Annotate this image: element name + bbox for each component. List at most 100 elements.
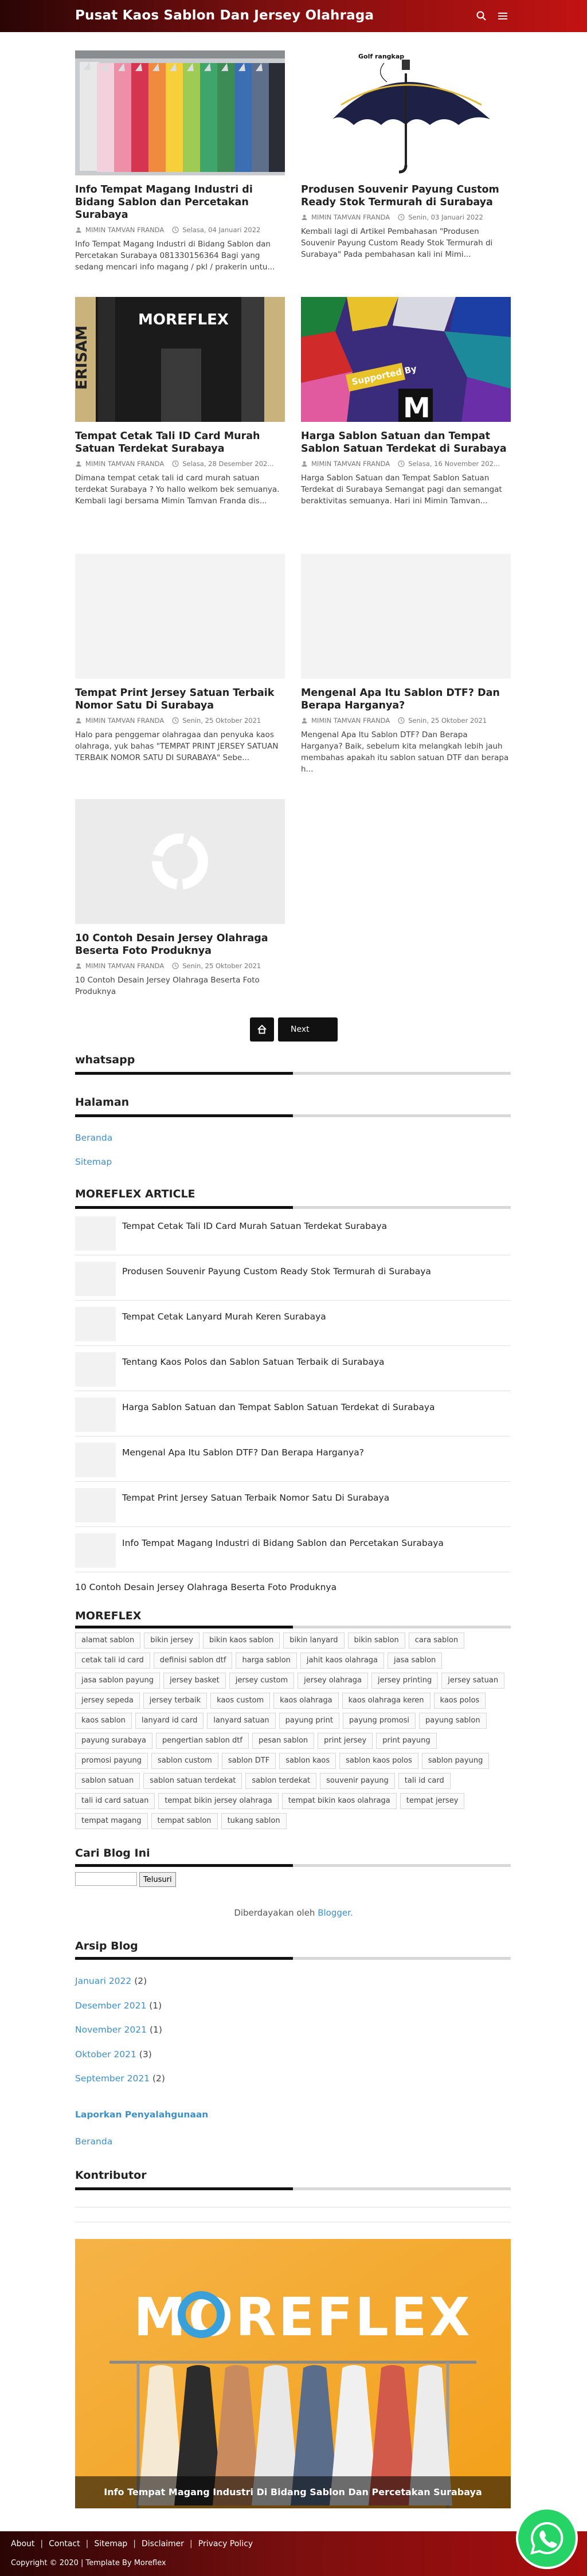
post-author[interactable]: MIMIN TAMVAN FRANDA [85,717,164,725]
label-tag[interactable]: jasa sablon payung [75,1673,161,1689]
search-button[interactable]: Telusuri [139,1872,176,1887]
label-tag[interactable]: jersey custom [229,1673,295,1689]
label-tag[interactable]: sablon satuan terdekat [143,1773,242,1789]
menu-icon[interactable] [495,8,511,24]
article-item[interactable]: Produsen Souvenir Payung Custom Ready St… [75,1262,511,1301]
label-tag[interactable]: jersey satuan [441,1673,505,1689]
post-title[interactable]: Harga Sablon Satuan dan Tempat Sablon Sa… [301,430,511,455]
label-tag[interactable]: payung surabaya [75,1733,152,1749]
post-thumbnail[interactable]: Supported By M [301,297,511,422]
article-thumbnail[interactable] [75,1352,116,1387]
label-tag[interactable]: print jersey [318,1733,373,1749]
label-tag[interactable]: kaos custom [210,1693,271,1709]
label-tag[interactable]: tukang sablon [221,1813,287,1829]
post-thumbnail[interactable]: Golf rangkap [301,50,511,175]
label-tag[interactable]: sablon custom [151,1753,218,1769]
page-link-beranda[interactable]: Beranda [75,1133,112,1143]
label-tag[interactable]: bikin lanyard [283,1632,345,1649]
label-tag[interactable]: lanyard id card [135,1713,204,1729]
article-title[interactable]: Info Tempat Magang Industri di Bidang Sa… [122,1538,444,1548]
article-item[interactable]: Tempat Print Jersey Satuan Terbaik Nomor… [75,1488,511,1527]
footer-link-sitemap[interactable]: Sitemap [94,2539,127,2548]
post-title[interactable]: Mengenal Apa Itu Sablon DTF? Dan Berapa … [301,687,511,712]
article-thumbnail[interactable] [75,1397,116,1432]
label-tag[interactable]: kaos olahraga [273,1693,339,1709]
label-tag[interactable]: sablon payung [421,1753,490,1769]
label-tag[interactable]: alamat sablon [75,1632,141,1649]
label-tag[interactable]: jersey terbaik [143,1693,208,1709]
article-title[interactable]: Tempat Cetak Tali ID Card Murah Satuan T… [122,1221,387,1231]
archive-link[interactable]: Oktober 2021 [75,2049,136,2060]
post-title[interactable]: Tempat Cetak Tali ID Card Murah Satuan T… [75,430,285,455]
label-tag[interactable]: print payung [376,1733,437,1749]
label-tag[interactable]: souvenir payung [320,1773,395,1789]
article-title[interactable]: Tempat Print Jersey Satuan Terbaik Nomor… [122,1493,389,1503]
label-tag[interactable]: bikin sablon [347,1632,405,1649]
label-tag[interactable]: tali id card [398,1773,451,1789]
post-author[interactable]: MIMIN TAMVAN FRANDA [311,460,390,468]
label-tag[interactable]: tempat magang [75,1813,148,1829]
label-tag[interactable]: kaos sablon [75,1713,132,1729]
label-tag[interactable]: tempat jersey [400,1793,465,1809]
label-tag[interactable]: pengertian sablon dtf [155,1733,249,1749]
label-tag[interactable]: pesan sablon [252,1733,315,1749]
archive-link[interactable]: Desember 2021 [75,2000,146,2011]
next-page-button[interactable]: Next [278,1017,338,1042]
featured-post-banner[interactable]: MOREFLEX Info Tempat Magang Industri Di … [75,2239,511,2508]
label-tag[interactable]: jahit kaos olahraga [300,1653,385,1669]
label-tag[interactable]: sablon kaos polos [339,1753,418,1769]
search-icon[interactable] [473,8,490,24]
label-tag[interactable]: tempat bikin kaos olahraga [281,1793,397,1809]
label-tag[interactable]: jersey printing [371,1673,439,1689]
blogger-link[interactable]: Blogger. [318,1908,353,1918]
label-tag[interactable]: bikin jersey [144,1632,199,1649]
post-thumbnail[interactable] [301,554,511,679]
article-title[interactable]: 10 Contoh Desain Jersey Olahraga Beserta… [75,1582,336,1592]
article-thumbnail[interactable] [75,1307,116,1341]
post-thumbnail[interactable] [75,50,285,175]
home-link[interactable]: Beranda [75,2136,112,2147]
article-thumbnail[interactable] [75,1488,116,1522]
article-title[interactable]: Tempat Cetak Lanyard Murah Keren Surabay… [122,1312,326,1322]
article-thumbnail[interactable] [75,1216,116,1251]
label-tag[interactable]: sablon kaos [279,1753,336,1769]
whatsapp-chat-button[interactable] [518,2510,576,2567]
label-tag[interactable]: jasa sablon [388,1653,443,1669]
archive-link[interactable]: September 2021 [75,2073,150,2084]
label-tag[interactable]: kaos olahraga keren [342,1693,431,1709]
label-tag[interactable]: sablon terdekat [245,1773,317,1789]
label-tag[interactable]: sablon DTF [221,1753,276,1769]
label-tag[interactable]: lanyard satuan [207,1713,276,1729]
article-item[interactable]: Mengenal Apa Itu Sablon DTF? Dan Berapa … [75,1443,511,1482]
label-tag[interactable]: sablon satuan [75,1773,140,1789]
featured-post-caption[interactable]: Info Tempat Magang Industri Di Bidang Sa… [75,2476,511,2508]
label-tag[interactable]: jersey olahraga [298,1673,369,1689]
label-tag[interactable]: definisi sablon dtf [153,1653,233,1669]
label-tag[interactable]: payung promosi [342,1713,416,1729]
label-tag[interactable]: harga sablon [236,1653,297,1669]
article-thumbnail[interactable] [75,1443,116,1477]
article-item[interactable]: Info Tempat Magang Industri di Bidang Sa… [75,1533,511,1572]
article-title[interactable]: Produsen Souvenir Payung Custom Ready St… [122,1266,431,1277]
post-title[interactable]: 10 Contoh Desain Jersey Olahraga Beserta… [75,932,285,957]
post-thumbnail[interactable] [75,799,285,924]
article-item[interactable]: Tentang Kaos Polos dan Sablon Satuan Ter… [75,1352,511,1391]
post-author[interactable]: MIMIN TAMVAN FRANDA [85,460,164,468]
label-tag[interactable]: cara sablon [408,1632,465,1649]
label-tag[interactable]: tempat sablon [151,1813,218,1829]
archive-link[interactable]: Januari 2022 [75,1976,131,1986]
post-author[interactable]: MIMIN TAMVAN FRANDA [311,717,390,725]
label-tag[interactable]: bikin kaos sablon [203,1632,280,1649]
footer-link-about[interactable]: About [11,2539,34,2548]
post-title[interactable]: Tempat Print Jersey Satuan Terbaik Nomor… [75,687,285,712]
label-tag[interactable]: tempat bikin jersey olahraga [158,1793,279,1809]
search-input[interactable] [75,1872,137,1886]
article-title[interactable]: Harga Sablon Satuan dan Tempat Sablon Sa… [122,1402,435,1412]
footer-link-privacy[interactable]: Privacy Policy [198,2539,253,2548]
article-title[interactable]: Mengenal Apa Itu Sablon DTF? Dan Berapa … [122,1447,364,1458]
label-tag[interactable]: payung sablon [419,1713,487,1729]
post-title[interactable]: Produsen Souvenir Payung Custom Ready St… [301,183,511,209]
post-title[interactable]: Info Tempat Magang Industri di Bidang Sa… [75,183,285,221]
article-item[interactable]: Tempat Cetak Lanyard Murah Keren Surabay… [75,1307,511,1346]
label-tag[interactable]: kaos polos [433,1693,486,1709]
